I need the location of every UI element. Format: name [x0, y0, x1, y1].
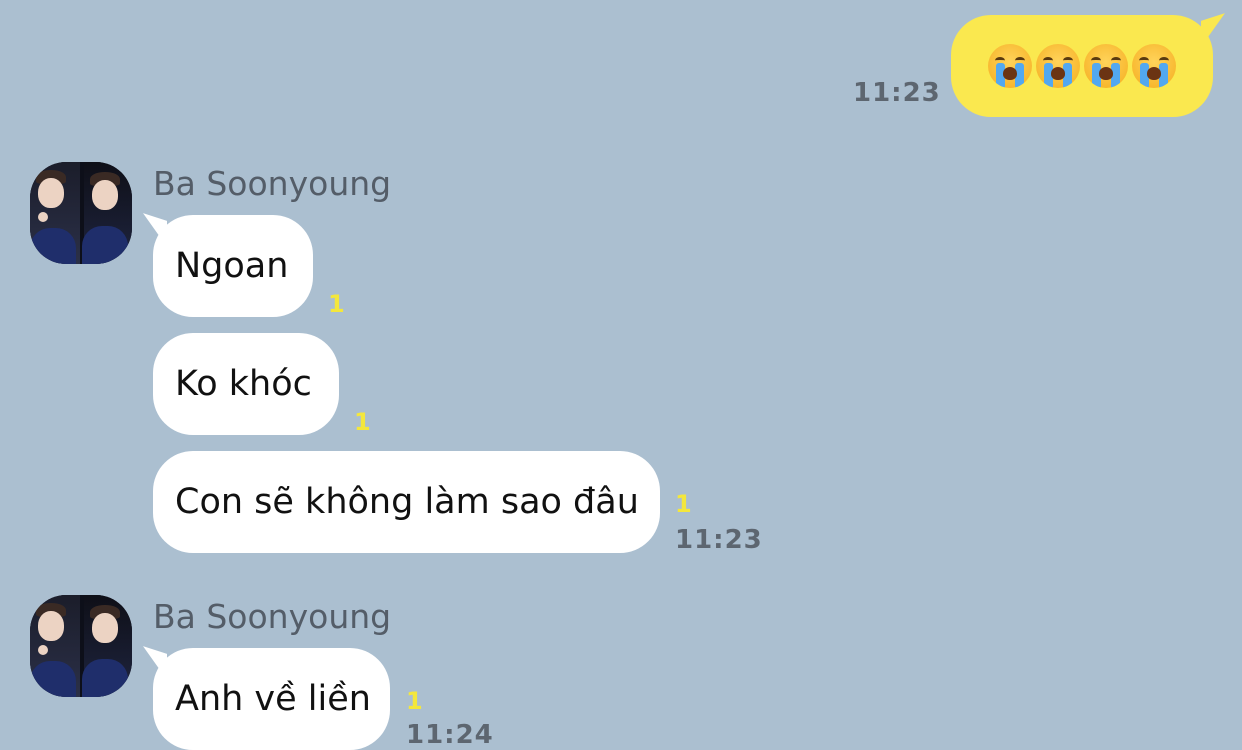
loudly-crying-face-icon [1036, 44, 1080, 88]
message-time: 11:23 [675, 525, 763, 555]
message-text: Con sẽ không làm sao đâu [175, 482, 639, 522]
incoming-message-bubble[interactable]: Anh về liền [153, 648, 390, 750]
chat-view: 11:23 Ba Soonyoung Ngoan 1 Ko khóc 1 Con… [0, 0, 1242, 750]
message-time: 11:23 [853, 78, 941, 108]
unread-count: 1 [675, 490, 692, 518]
unread-count: 1 [406, 687, 423, 715]
sender-name: Ba Soonyoung [153, 597, 392, 636]
message-text: Ngoan [175, 246, 289, 286]
message-time: 11:24 [406, 720, 494, 750]
message-text: Anh về liền [175, 679, 371, 719]
incoming-message-bubble[interactable]: Ngoan [153, 215, 313, 317]
message-text: Ko khóc [175, 364, 312, 404]
incoming-message-bubble[interactable]: Con sẽ không làm sao đâu [153, 451, 660, 553]
unread-count: 1 [354, 408, 371, 436]
sender-avatar[interactable] [30, 595, 132, 697]
loudly-crying-face-icon [1084, 44, 1128, 88]
loudly-crying-face-icon [1132, 44, 1176, 88]
loudly-crying-face-icon [988, 44, 1032, 88]
emoji-row [988, 44, 1176, 88]
sender-avatar[interactable] [30, 162, 132, 264]
sender-name: Ba Soonyoung [153, 164, 392, 203]
outgoing-message-bubble[interactable] [951, 15, 1213, 117]
incoming-message-bubble[interactable]: Ko khóc [153, 333, 339, 435]
unread-count: 1 [328, 290, 345, 318]
